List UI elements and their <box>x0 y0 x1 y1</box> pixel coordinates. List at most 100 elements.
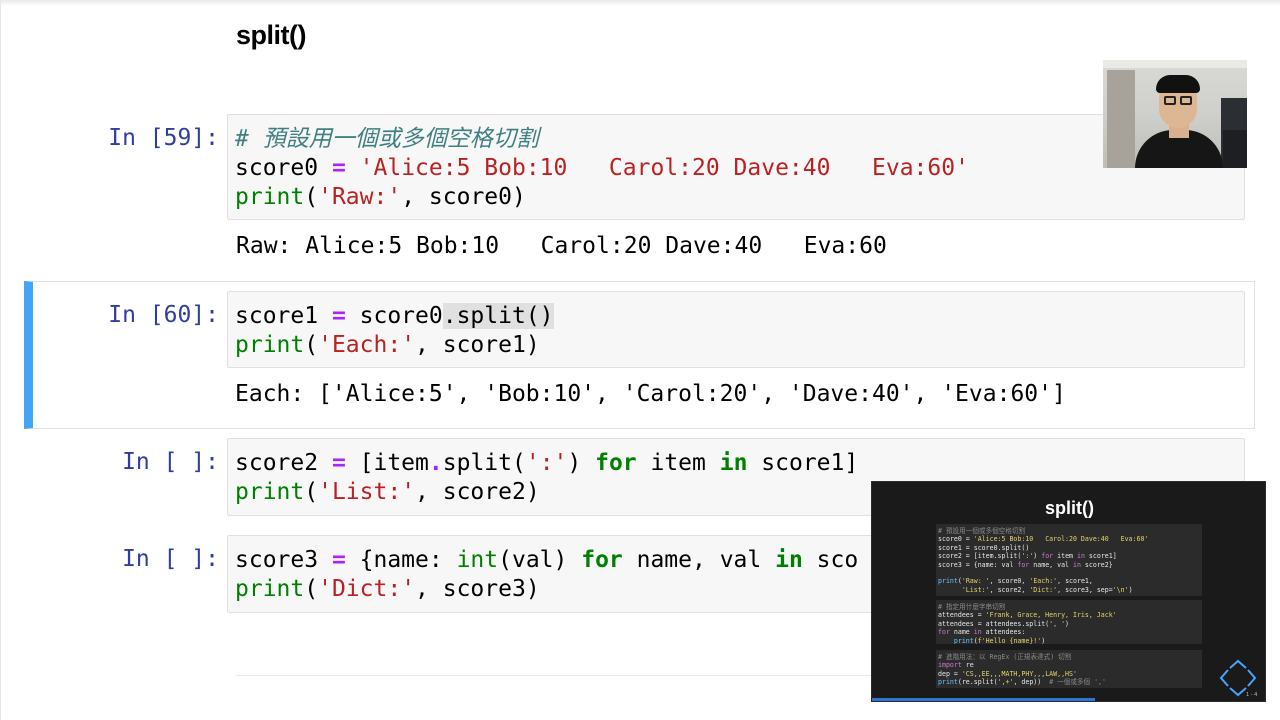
top-shadow <box>0 0 1280 6</box>
slide-code-token: print <box>953 636 974 644</box>
code-token: {name: <box>345 547 457 573</box>
slide-code-token: ) <box>1128 585 1133 594</box>
code-token: # 預設用一個或多個空格切割 <box>235 126 539 152</box>
slide-code-line <box>938 569 1200 577</box>
slide-code-token: attendees: <box>981 628 1026 637</box>
background-door <box>1107 70 1135 168</box>
slide-code-token: for <box>1041 552 1054 561</box>
code-token: ( <box>304 184 319 210</box>
code-token: ( <box>304 332 319 358</box>
slide-code-line: print(re.split(',+', dep)) # 一個或多個 ',' <box>938 678 1200 686</box>
slide-code-token: # 進階用法：以 RegEx (正規表達式) 切割 <box>938 653 1072 661</box>
code-cell-59[interactable]: In [59]: # 預設用一個或多個空格切割 score0 = 'Alice:… <box>24 114 1255 222</box>
slide-code-token: in <box>1073 560 1081 569</box>
code-token: name, val <box>622 547 776 573</box>
cell-prompt: In [ ]: <box>122 546 219 572</box>
slide-code-token: attendees = <box>938 611 986 620</box>
slide-code-line: attendees = attendees.split(', ') <box>938 620 1200 628</box>
code-token: , score2) <box>415 479 540 505</box>
slide-code-token: 'CS,,EE,,,MATH,PHY,,,LAW,,HS' <box>961 669 1077 678</box>
slide-code-token: 'Frank, Grace, Henry, Iris, Jack' <box>985 611 1117 620</box>
slide-code-block: # 指定用什麼字串切割 attendees = 'Frank, Grace, He… <box>936 600 1202 644</box>
code-token: ( <box>304 576 319 602</box>
code-token: for <box>581 547 623 573</box>
slide-code-token: 'Alice:5 Bob:10 Carol:20 Dave:40 Eva:60' <box>973 535 1149 544</box>
code-token: print <box>235 479 305 505</box>
slide-page-indicator: 1 - 4 <box>1246 692 1258 698</box>
code-token: split( <box>442 450 526 476</box>
slide-code-block: # 預設用一個或多個空格切割 score0 = 'Alice:5 Bob:10 C… <box>936 524 1202 596</box>
code-token: ) <box>567 450 596 476</box>
slide-code-block: # 進階用法：以 RegEx (正規表達式) 切割 import re dep = … <box>936 650 1202 688</box>
slide-code-line: print(f'Hello {name}!') <box>938 637 1200 644</box>
slide-code-token: score1 = score0.split() <box>938 543 1030 552</box>
slide-code-token: 'Dict:' <box>1029 585 1058 594</box>
code-line: score0 = 'Alice:5 Bob:10 Carol:20 Dave:4… <box>235 154 1237 183</box>
code-token: 'Dict:' <box>318 576 416 602</box>
code-line: score2 = [item.split(':') for item in sc… <box>235 449 1237 478</box>
slide-code-token: ', ' <box>1049 619 1066 628</box>
slide-code-line: score3 = {name: val for name, val in sco… <box>938 561 1200 569</box>
slide-code-token: ':' <box>1021 552 1034 561</box>
code-token: ':' <box>525 450 568 476</box>
code-token: = <box>331 303 346 329</box>
slide-code-token: # 預設用一個或多個空格切割 <box>938 527 1026 535</box>
presenter-hair <box>1156 75 1200 93</box>
cell-input-editor[interactable]: # 預設用一個或多個空格切割 score0 = 'Alice:5 Bob:10 … <box>227 114 1245 220</box>
slide-code-token: for <box>1017 560 1030 569</box>
code-token: (val) <box>498 547 582 573</box>
slide-code-line: score2 = [item.split(':') for item in sc… <box>938 552 1200 560</box>
slide-code-token: f'Hello {name}!' <box>977 636 1042 644</box>
slide-code-token: print <box>938 678 958 687</box>
glasses-icon <box>1180 96 1192 105</box>
code-token: score0 <box>345 303 443 329</box>
slide-code-token: , score2, <box>989 585 1030 594</box>
slide-code-line: dep = 'CS,,EE,,,MATH,PHY,,,LAW,,HS' <box>938 670 1200 678</box>
divider <box>236 675 872 676</box>
slide-code-token: for <box>938 628 950 637</box>
code-token: score3 <box>235 547 332 573</box>
slide-code-token: print <box>938 577 958 586</box>
slide-code-token: score2} <box>1080 560 1113 569</box>
code-token: score1] <box>747 450 859 476</box>
code-token: . <box>428 450 443 476</box>
code-line: # 預設用一個或多個空格切割 <box>235 125 1237 154</box>
slide-code-token <box>938 569 942 577</box>
slide-code-token: 'Each:' <box>1029 577 1058 586</box>
cell-output: Each: ['Alice:5', 'Bob:10', 'Carol:20', … <box>235 381 1066 407</box>
code-token: score0 <box>235 155 332 181</box>
slide-code-line: # 進階用法：以 RegEx (正規表達式) 切割 <box>938 653 1200 661</box>
slide-code-token: , dep)) <box>1013 678 1050 687</box>
code-token: print <box>235 332 305 358</box>
slide-code-token: ) <box>1065 619 1070 628</box>
slide-code-token: , score0, <box>989 577 1030 586</box>
background-chair <box>1223 130 1247 168</box>
slide-code-line: print('Raw: ', score0, 'Each:', score1, <box>938 577 1200 585</box>
code-cell-60-selected[interactable]: In [60]: score1 = score0.split() print('… <box>24 281 1255 429</box>
code-line: score1 = score0.split() <box>235 302 1237 331</box>
cell-input-editor[interactable]: score1 = score0.split() print('Each:', s… <box>227 291 1245 368</box>
slide-code-token: score1] <box>1084 552 1117 561</box>
cell-prompt: In [60]: <box>108 302 219 328</box>
slide-title: split() <box>1045 498 1094 518</box>
slide-code-token: # 一個或多個 ',' <box>1049 678 1106 687</box>
code-token: print <box>235 576 305 602</box>
code-token: , score0) <box>401 184 526 210</box>
code-token: 'Each:' <box>318 332 416 358</box>
slide-code-token: import <box>938 661 962 670</box>
slide-code-line: for name in attendees: <box>938 628 1200 636</box>
code-token: int <box>456 547 499 573</box>
left-border <box>0 0 1 720</box>
code-token: ( <box>304 479 319 505</box>
slide-code-line: score0 = 'Alice:5 Bob:10 Carol:20 Dave:4… <box>938 535 1200 543</box>
slide-code-line: attendees = 'Frank, Grace, Henry, Iris, … <box>938 611 1200 619</box>
cell-output: Raw: Alice:5 Bob:10 Carol:20 Dave:40 Eva… <box>236 233 887 259</box>
code-token: = <box>331 450 346 476</box>
code-token: in <box>719 450 748 476</box>
slide-preview-overlay[interactable]: split() # 預設用一個或多個空格切割 score0 = 'Alice:5 … <box>871 481 1266 702</box>
slide-code-token: 'List:' <box>961 585 990 594</box>
slide-progress-bar <box>872 698 1095 701</box>
code-token: 'Raw:' <box>318 184 402 210</box>
code-token: 'Alice:5 Bob:10 Carol:20 Dave:40 Eva:60' <box>359 155 969 181</box>
